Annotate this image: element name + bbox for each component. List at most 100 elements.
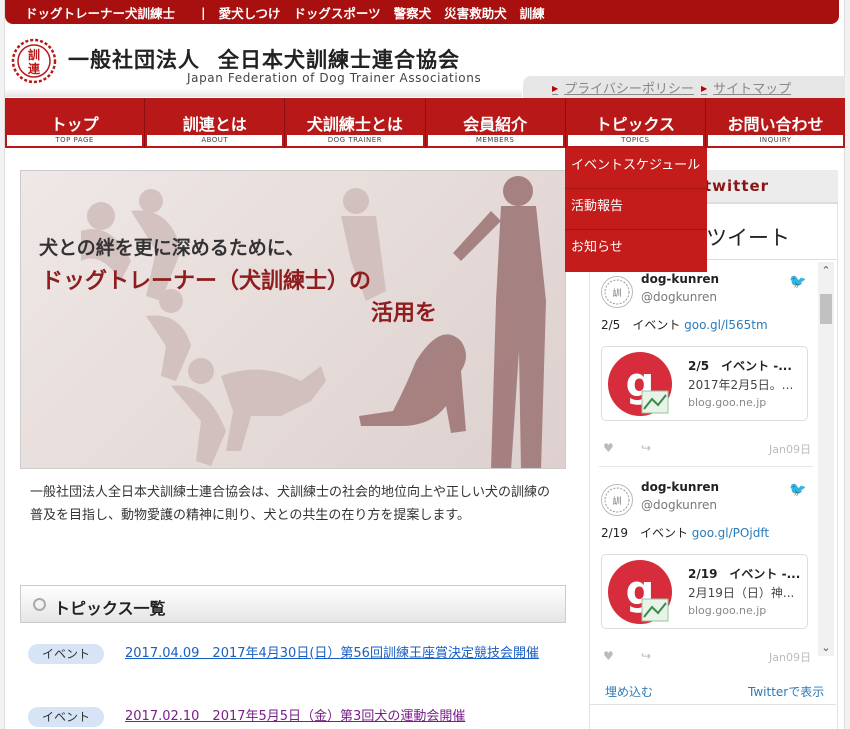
card-title: 2/5 イベント -... [688, 359, 792, 373]
nav-item-dog-trainer[interactable]: 犬訓練士とは DOG TRAINER [285, 98, 426, 148]
topics-heading: トピックス一覧 [54, 599, 166, 618]
hero-tagline-line2: ドッグトレーナー（犬訓練士）の [41, 269, 372, 294]
main-nav: トップ TOP PAGE 訓連とは ABOUT 犬訓練士とは DOG TRAINER … [5, 98, 845, 148]
nav-label: 訓連とは [182, 115, 247, 134]
avatar[interactable]: 訓 [601, 276, 633, 308]
topbar-item[interactable]: 訓練 [520, 3, 545, 22]
dropdown-item-event-schedule[interactable]: イベントスケジュール [565, 148, 707, 189]
dropdown-item-activity-report[interactable]: 活動報告 [565, 189, 707, 230]
twitter-timeline-title: ツイート [706, 226, 790, 250]
nav-label-en: ABOUT [147, 135, 283, 146]
topics-dropdown-menu: イベントスケジュール 活動報告 お知らせ [565, 148, 707, 272]
circle-bullet-icon [33, 598, 46, 611]
top-keyword-bar: ドッグトレーナー犬訓練士 | 愛犬しつけ ドッグスポーツ 警察犬 災害救助犬 訓… [5, 0, 839, 24]
avatar-char: 訓 [612, 287, 621, 299]
nav-item-inquiry[interactable]: お問い合わせ INQUIRY [706, 98, 845, 148]
header-divider [5, 88, 522, 97]
hero-tagline-line1: 犬との絆を更に深めるために、 [39, 237, 305, 259]
tweet-body: 2/5 イベント [601, 318, 681, 332]
chevron-down-icon[interactable]: ⌄ [818, 641, 834, 654]
nav-label: トピックス [595, 115, 676, 134]
arrow-right-icon: ▶ [701, 84, 708, 93]
nav-label-en: TOPICS [567, 135, 703, 146]
card-description: 2017年2月5日。... [688, 378, 794, 392]
avatar[interactable]: 訓 [601, 484, 633, 516]
topbar-item[interactable]: 警察犬 [394, 3, 432, 22]
hero-silhouettes-illustration [81, 176, 546, 468]
seal-char: 訓 [28, 47, 40, 62]
page: { "topbar": { "items": ["ドッグトレーナー犬訓練士", … [0, 0, 850, 729]
site-subtitle: Japan Federation of Dog Trainer Associat… [187, 71, 482, 85]
site-title[interactable]: 一般社団法人 全日本犬訓練士連合協会 [68, 44, 460, 74]
nav-label: 犬訓練士とは [306, 115, 403, 134]
tweet-author-name[interactable]: dog-kunren [641, 480, 719, 494]
nav-label-en: MEMBERS [427, 135, 563, 146]
goo-blog-logo-icon: g [608, 352, 672, 416]
nav-label-en: INQUIRY [707, 135, 844, 146]
share-icon[interactable]: ↪ [641, 649, 651, 663]
tweet-text: 2/5 イベント goo.gl/l565tm [601, 316, 768, 333]
tweet-author-handle[interactable]: @dogkunren [641, 290, 717, 304]
nav-item-top[interactable]: トップ TOP PAGE [5, 98, 146, 148]
tweet-date[interactable]: Jan09日 [769, 441, 811, 457]
chevron-up-icon[interactable]: ⌃ [818, 264, 834, 277]
topbar-item[interactable]: ドッグトレーナー犬訓練士 [25, 3, 175, 22]
tweet-date[interactable]: Jan09日 [769, 649, 811, 665]
tweet-author-name[interactable]: dog-kunren [641, 272, 719, 286]
tweet-body: 2/19 イベント [601, 526, 688, 540]
topic-link[interactable]: 2017.02.10 2017年5月5日（金）第3回犬の運動会開催 [125, 705, 565, 729]
topbar-item[interactable]: 愛犬しつけ [219, 3, 281, 22]
nav-item-members[interactable]: 会員紹介 MEMBERS [426, 98, 566, 148]
card-domain: blog.goo.ne.jp [688, 396, 767, 409]
scrollbar-thumb[interactable] [820, 294, 832, 324]
topbar-item[interactable]: 災害救助犬 [444, 3, 507, 22]
tweet-divider [599, 466, 813, 467]
nav-label-en: TOP PAGE [7, 135, 143, 146]
embed-link[interactable]: 埋め込む [605, 683, 653, 700]
tweet-text: 2/19 イベント goo.gl/POjdft [601, 524, 769, 541]
sitemap-link[interactable]: ▶ サイトマップ [701, 78, 791, 97]
nav-item-about[interactable]: 訓連とは ABOUT [145, 98, 286, 148]
twitter-bird-icon[interactable]: 🐦 [789, 274, 806, 290]
link-card[interactable]: g 2/19 イベント -... 2月19日（日）神... blog.goo.n… [601, 554, 808, 629]
like-icon[interactable]: ♥ [603, 649, 614, 663]
twitter-bird-icon[interactable]: 🐦 [789, 482, 806, 498]
intro-paragraph: 一般社団法人全日本犬訓練士連合協会は、犬訓練士の社会的地位向上や正しい犬の訓練の… [30, 485, 551, 523]
twitter-scrollbar[interactable]: ⌃ ⌄ [818, 262, 834, 656]
site-title-org-name: 全日本犬訓練士連合協会 [218, 47, 460, 72]
avatar-char: 訓 [612, 495, 621, 507]
like-icon[interactable]: ♥ [603, 441, 614, 455]
seal-char: 連 [28, 61, 41, 76]
seal-logo-icon[interactable]: 訓 連 [11, 38, 57, 84]
link-card[interactable]: g 2/5 イベント -... 2017年2月5日。... blog.goo.n… [601, 346, 808, 421]
twitter-heading: twitter [704, 177, 770, 195]
site-title-org-type: 一般社団法人 [68, 47, 200, 72]
topics-heading-bar: トピックス一覧 [20, 585, 566, 623]
card-description: 2月19日（日）神... [688, 586, 795, 600]
nav-label: トップ [50, 115, 99, 134]
nav-label: 会員紹介 [463, 115, 528, 134]
card-title: 2/19 イベント -... [688, 567, 801, 581]
twitter-footer-divider [590, 704, 836, 705]
tweet-link[interactable]: goo.gl/l565tm [684, 318, 768, 332]
view-on-twitter-link[interactable]: Twitterで表示 [748, 683, 824, 700]
tweet-author-handle[interactable]: @dogkunren [641, 498, 717, 512]
share-icon[interactable]: ↪ [641, 441, 651, 455]
arrow-right-icon: ▶ [552, 84, 559, 93]
sitemap-label: サイトマップ [713, 82, 792, 97]
nav-item-topics[interactable]: トピックス TOPICS [566, 98, 706, 148]
topbar-separator: | [201, 4, 206, 20]
topbar-item[interactable]: ドッグスポーツ [293, 3, 380, 22]
category-badge: イベント [28, 707, 104, 727]
category-badge: イベント [28, 644, 104, 664]
hero-tagline-line3: 活用を [371, 301, 438, 326]
privacy-policy-label: プライバシーポリシー [564, 82, 694, 97]
privacy-policy-link[interactable]: ▶ プライバシーポリシー [552, 78, 694, 97]
goo-blog-logo-icon: g [608, 560, 672, 624]
tweet-link[interactable]: goo.gl/POjdft [692, 526, 769, 540]
card-domain: blog.goo.ne.jp [688, 604, 767, 617]
nav-label: お問い合わせ [727, 115, 824, 134]
topic-link[interactable]: 2017.04.09 2017年4月30日(日）第56回訓練王座賞決定競技会開催 [125, 642, 565, 666]
hero-banner: 犬との絆を更に深めるために、 ドッグトレーナー（犬訓練士）の 活用を [20, 170, 566, 469]
dropdown-item-news[interactable]: お知らせ [565, 230, 707, 271]
